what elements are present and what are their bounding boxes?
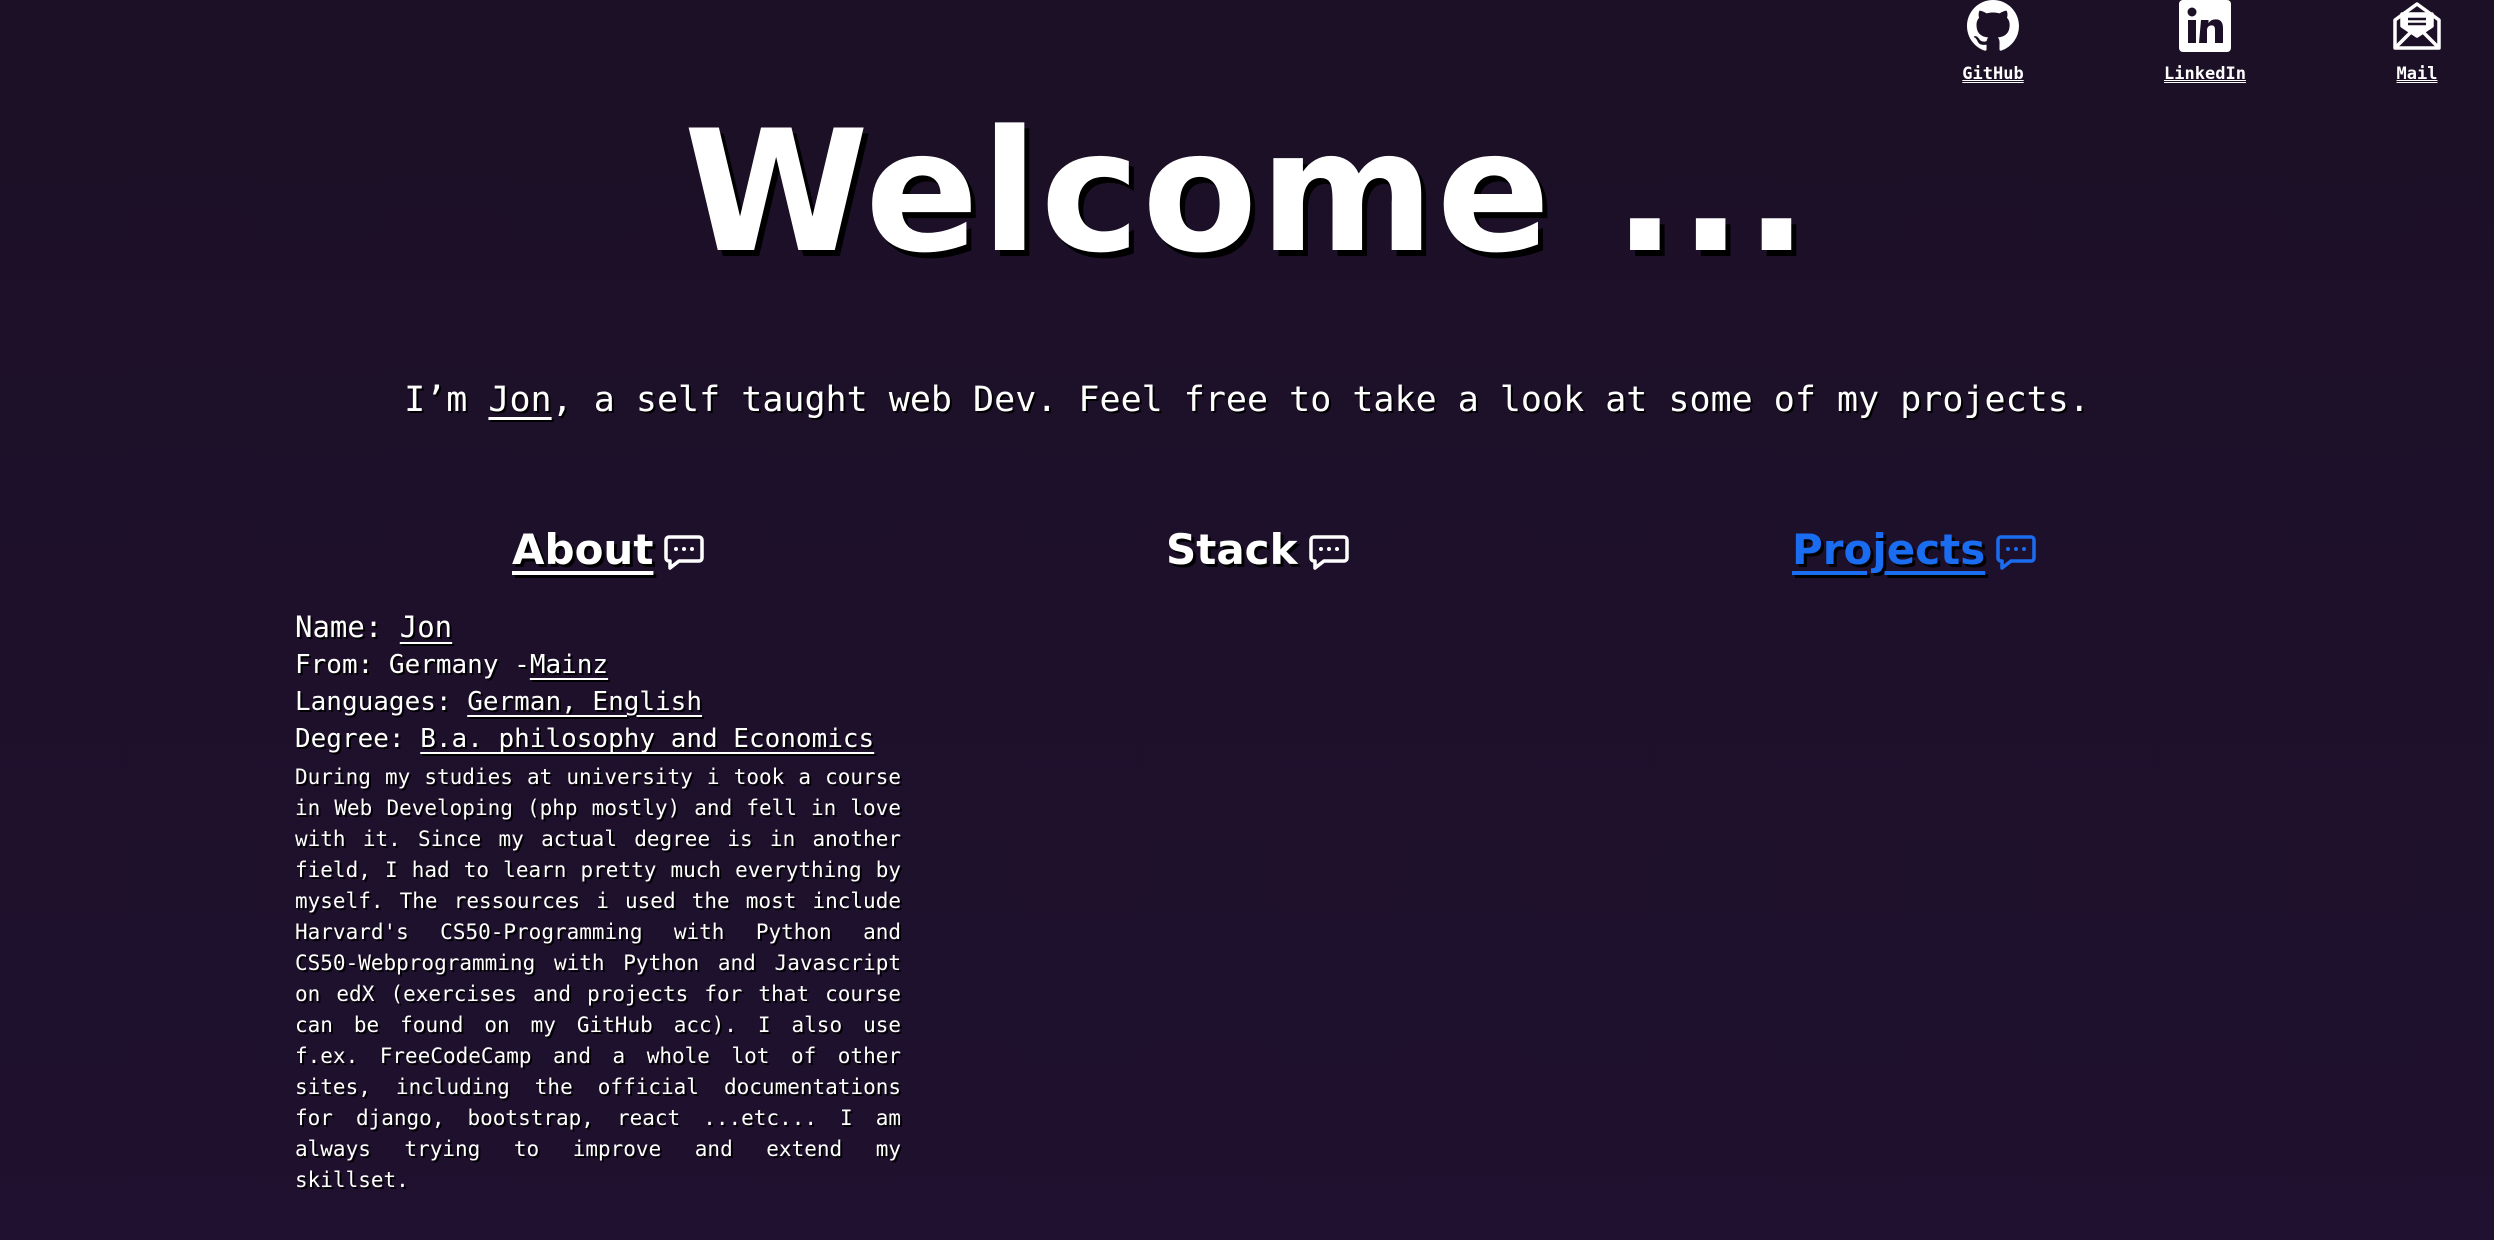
mail-icon (2393, 2, 2441, 50)
intro-after: , a self taught web Dev. Feel free to ta… (551, 380, 2090, 420)
welcome-title: Welcome ... (683, 94, 1811, 290)
intro-name-link[interactable]: Jon (488, 380, 551, 420)
tab-projects[interactable]: Projects (1792, 525, 2037, 574)
intro-text: I’m Jon, a self taught web Dev. Feel fre… (0, 380, 2494, 420)
intro-before: I’m (404, 380, 489, 420)
tab-about[interactable]: About (512, 525, 705, 574)
tab-projects-label: Projects (1792, 525, 1986, 574)
linkedin-label: LinkedIn (2164, 64, 2246, 84)
github-icon (1967, 0, 2019, 51)
about-name-label: Name: (295, 610, 400, 644)
github-label: GitHub (1962, 64, 2024, 84)
about-name-row: Name: Jon (295, 607, 901, 647)
about-bio: During my studies at university i took a… (295, 765, 901, 1192)
github-link[interactable]: GitHub (1918, 0, 2068, 84)
linkedin-link[interactable]: LinkedIn (2130, 0, 2280, 84)
about-languages-row: Languages: German, English (295, 684, 901, 721)
about-name-link[interactable]: Jon (400, 610, 452, 644)
linkedin-icon (2179, 0, 2231, 52)
mail-link[interactable]: Mail (2342, 0, 2492, 84)
about-from-link[interactable]: Mainz (530, 650, 608, 680)
about-from-row: From: Germany -Mainz (295, 647, 901, 684)
mail-label: Mail (2396, 64, 2438, 84)
tab-stack-label: Stack (1166, 525, 1298, 574)
chat-bubble-icon (1308, 534, 1349, 570)
chat-bubble-icon (664, 534, 705, 570)
tab-about-label: About (512, 525, 654, 574)
about-degree-label: Degree: (295, 724, 421, 754)
about-languages-label: Languages: (295, 687, 468, 717)
about-panel: Name: Jon From: Germany -Mainz Languages… (295, 607, 901, 1196)
chat-bubble-icon (1996, 534, 2036, 570)
about-degree-row: Degree: B.a. philosophy and Economics (295, 721, 901, 758)
about-from-label: From: Germany - (295, 650, 530, 680)
about-languages-link[interactable]: German, English (467, 687, 702, 717)
tab-stack[interactable]: Stack (1166, 525, 1350, 574)
about-degree-link[interactable]: B.a. philosophy and Economics (420, 724, 874, 754)
